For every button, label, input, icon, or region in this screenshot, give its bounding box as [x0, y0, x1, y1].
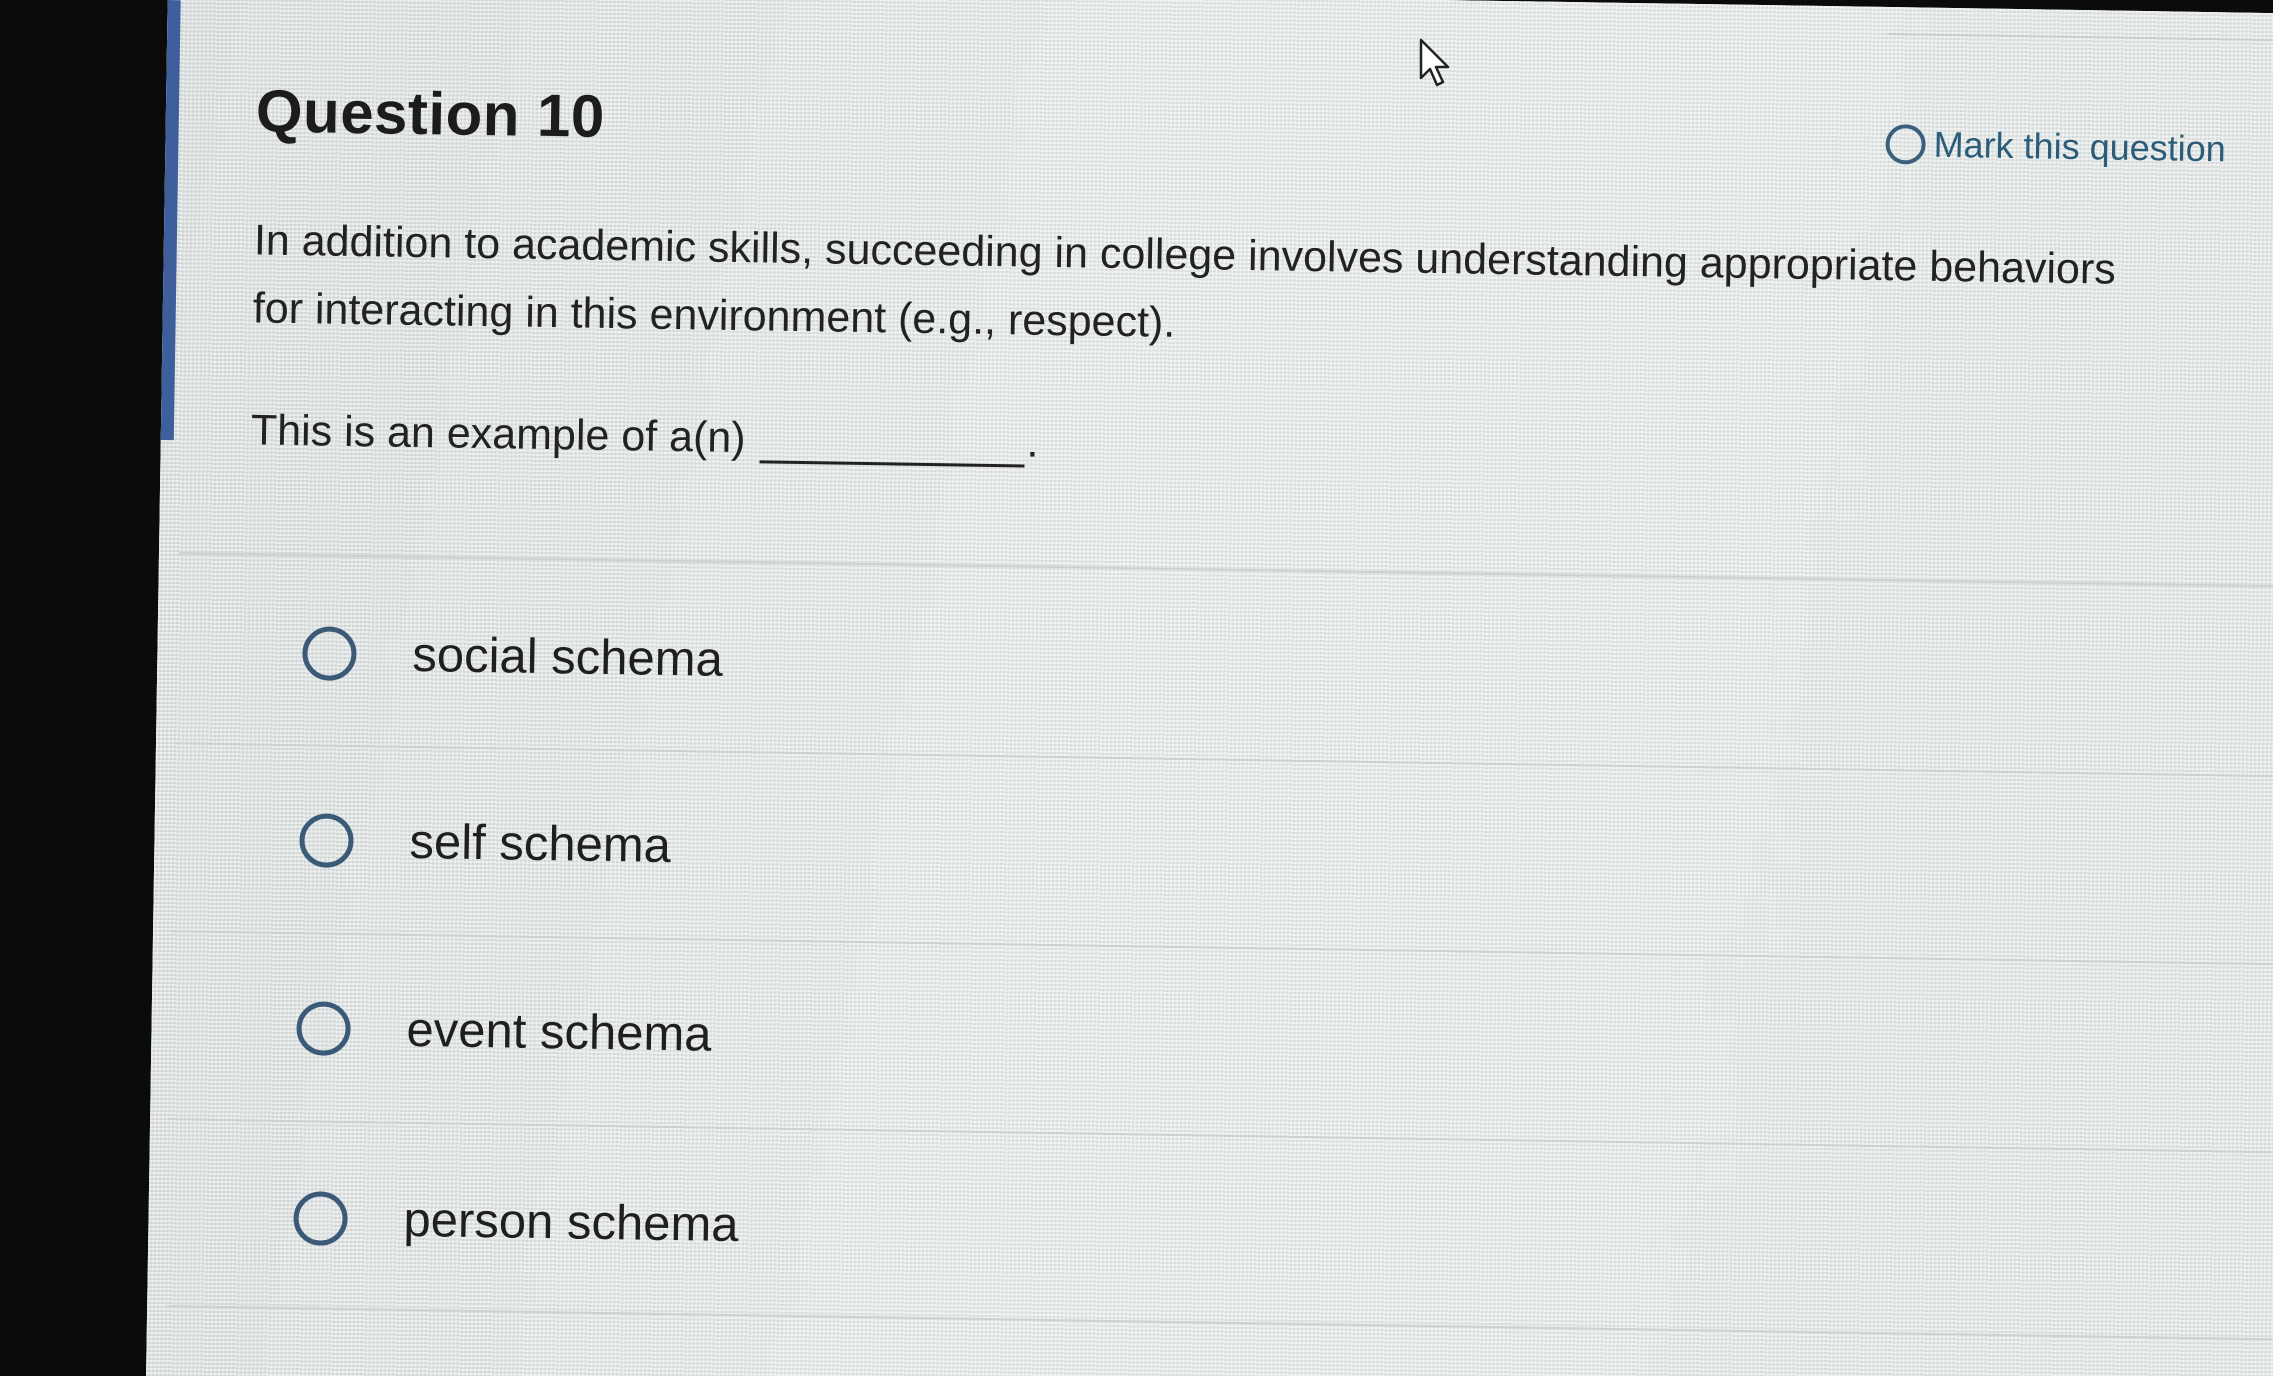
answer-option-event-schema[interactable]: event schema — [296, 1000, 712, 1063]
radio-circle-icon[interactable] — [299, 813, 354, 869]
accent-bar — [160, 0, 181, 441]
answer-option-person-schema[interactable]: person schema — [293, 1190, 739, 1253]
radio-circle-icon[interactable] — [302, 626, 357, 682]
answer-option-social-schema[interactable]: social schema — [302, 625, 723, 688]
divider — [1887, 33, 2273, 42]
question-body: In addition to academic skills, succeedi… — [252, 216, 2117, 347]
option-label: social schema — [412, 627, 724, 687]
divider — [167, 1305, 2273, 1341]
question-panel: Question 10 Mark this question In additi… — [145, 0, 2273, 1376]
answer-blank — [759, 419, 1025, 468]
option-label: self schema — [409, 814, 672, 874]
divider — [178, 552, 2273, 588]
prompt-text: This is an example of a(n) — [250, 406, 746, 463]
mark-question-toggle[interactable]: Mark this question — [1885, 123, 2226, 170]
prompt-end: . — [1026, 418, 1039, 467]
divider — [175, 742, 2273, 778]
radio-circle-icon[interactable] — [293, 1191, 348, 1246]
radio-circle-icon — [1885, 124, 1926, 165]
option-label: person schema — [403, 1192, 739, 1253]
question-title: Question 10 — [255, 77, 606, 150]
divider — [173, 930, 2273, 966]
mark-question-label: Mark this question — [1933, 123, 2227, 170]
divider — [170, 1118, 2273, 1154]
mouse-pointer-icon — [1419, 38, 1450, 87]
question-prompt: This is an example of a(n) . — [250, 406, 1039, 468]
option-label: event schema — [406, 1002, 712, 1062]
answer-option-self-schema[interactable]: self schema — [299, 812, 671, 874]
radio-circle-icon[interactable] — [296, 1001, 351, 1056]
screen: Question 10 Mark this question In additi… — [0, 0, 2273, 1376]
